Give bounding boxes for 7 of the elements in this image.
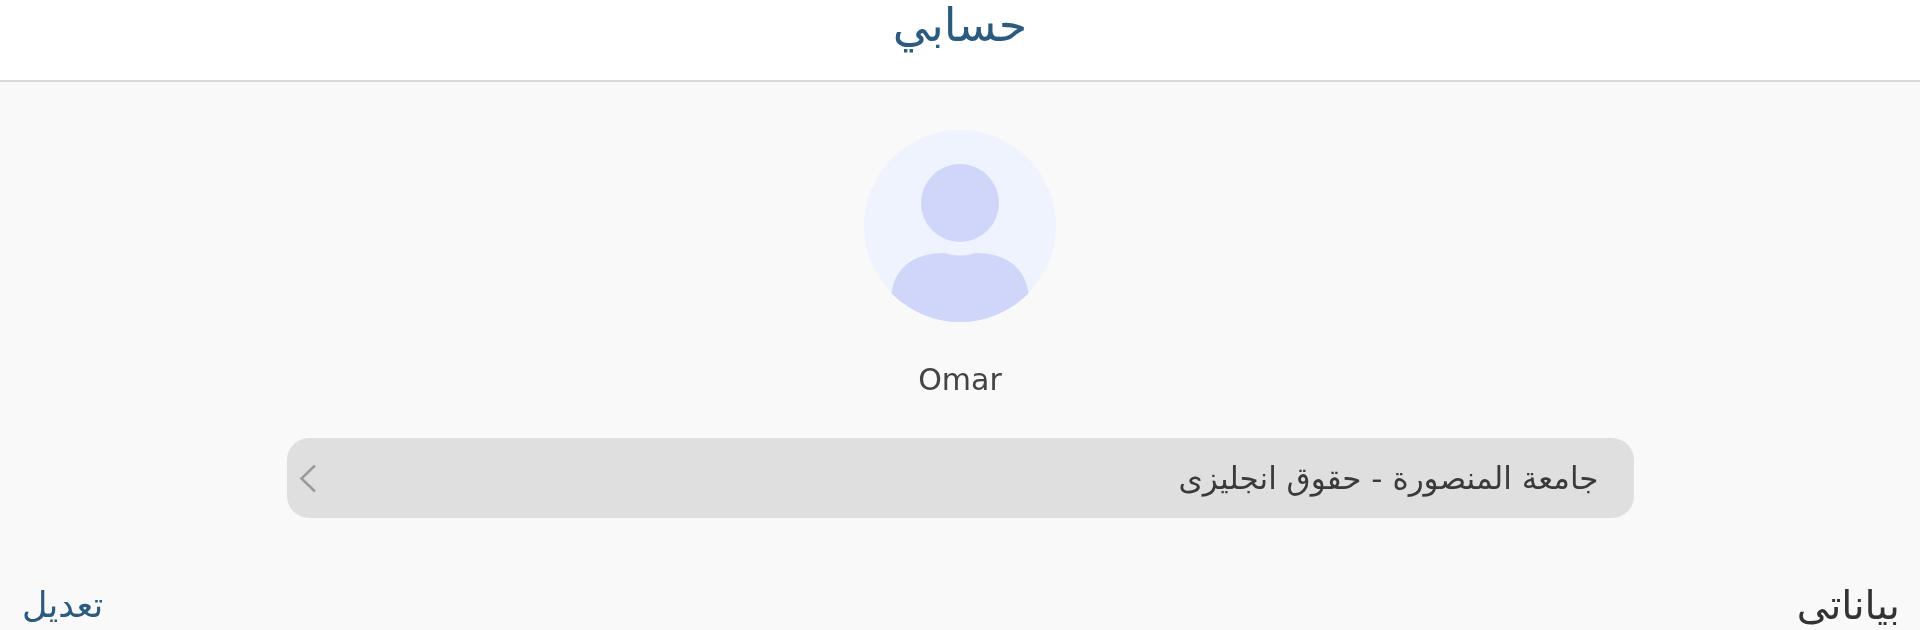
page-title: حسابي bbox=[892, 0, 1028, 54]
user-name: Omar bbox=[918, 361, 1002, 399]
section-title: بياناتى bbox=[1796, 582, 1900, 628]
chevron-left-icon bbox=[298, 463, 317, 493]
person-avatar-icon bbox=[864, 130, 1056, 322]
university-button[interactable]: جامعة المنصورة - حقوق انجليزى bbox=[286, 438, 1634, 518]
edit-link[interactable]: تعديل bbox=[22, 582, 104, 628]
